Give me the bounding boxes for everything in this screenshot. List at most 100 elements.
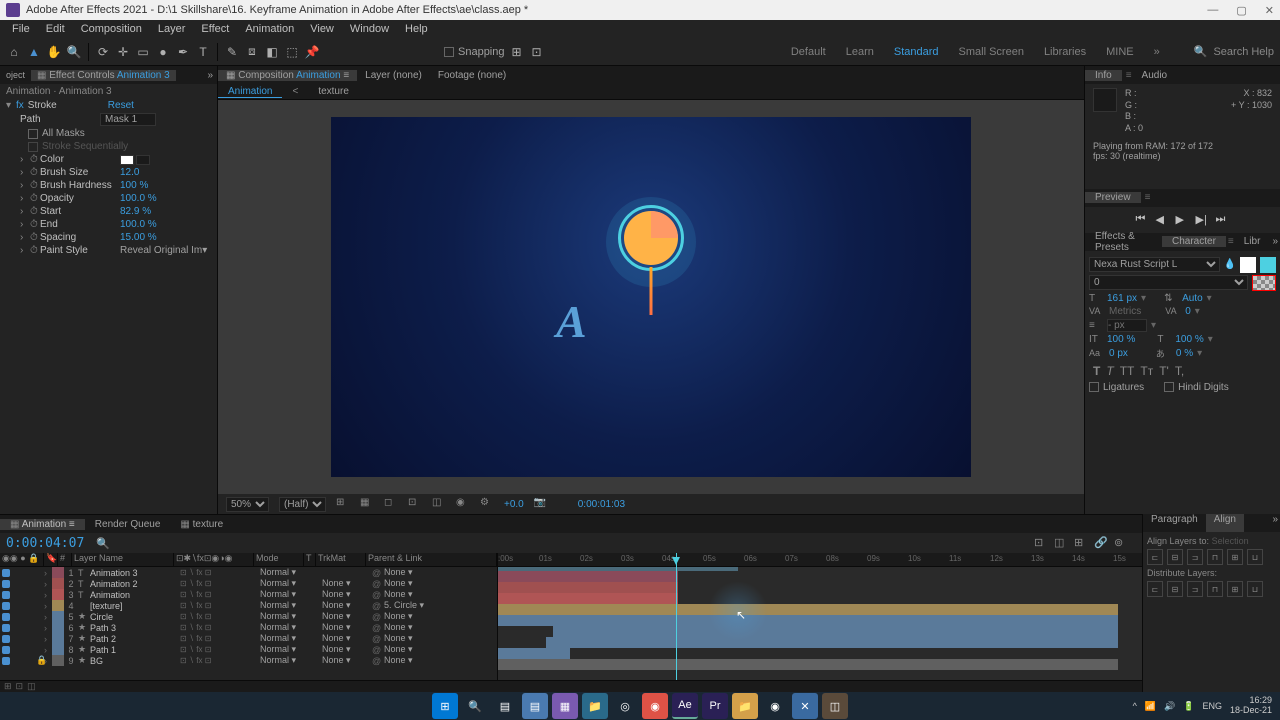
taskbar-app-8[interactable]: ◫ [822, 693, 848, 719]
layer-trkmat[interactable]: None ▾ [322, 611, 372, 622]
tray-lang[interactable]: ENG [1202, 701, 1222, 711]
align-vcenter-icon[interactable]: ⊞ [1227, 549, 1243, 565]
layer-mode[interactable]: Normal ▾ [260, 611, 310, 622]
align-overflow-icon[interactable]: » [1270, 514, 1280, 532]
layer-parent[interactable]: None ▾ [384, 578, 454, 589]
prop-stopwatch-icon[interactable]: ⏱ [30, 180, 40, 191]
paint-style-dropdown[interactable]: Reveal Original Im▾ [120, 245, 207, 256]
pickwhip-icon[interactable]: @ [372, 601, 384, 611]
prop-stopwatch-icon[interactable]: ⏱ [30, 154, 40, 165]
layer-mode[interactable]: Normal ▾ [260, 567, 310, 578]
pickwhip-icon[interactable]: @ [372, 645, 384, 655]
prop-value[interactable]: 82.9 % [120, 206, 151, 217]
align-tab[interactable]: Align [1206, 514, 1244, 532]
layer-mode[interactable]: Normal ▾ [260, 600, 310, 611]
start-button[interactable]: ⊞ [432, 693, 458, 719]
roto-tool[interactable]: ⬚ [284, 44, 300, 60]
search-taskbar-icon[interactable]: 🔍 [462, 693, 488, 719]
pan-behind-tool[interactable]: ✛ [115, 44, 131, 60]
first-frame-icon[interactable]: ⏮ [1136, 213, 1150, 227]
prop-twirl-icon[interactable]: › [20, 167, 30, 178]
prop-twirl-icon[interactable]: › [20, 206, 30, 217]
layer-trkmat[interactable]: None ▾ [322, 600, 372, 611]
last-frame-icon[interactable]: ⏭ [1216, 213, 1230, 227]
layer-switches[interactable]: ⊡ ∖ fx ⊡ [180, 590, 260, 599]
layer-mode[interactable]: Normal ▾ [260, 633, 310, 644]
layer-switches[interactable]: ⊡ ∖ fx ⊡ [180, 645, 260, 654]
pr-taskbar-icon[interactable]: Pr [702, 693, 728, 719]
layer-bar[interactable] [553, 626, 1118, 637]
fx-enable-icon[interactable]: fx [16, 100, 24, 111]
prop-twirl-icon[interactable]: › [20, 193, 30, 204]
layer-name[interactable]: Path 1 [90, 645, 180, 655]
layer-switches[interactable]: ⊡ ∖ fx ⊡ [180, 601, 260, 610]
ligatures-checkbox[interactable] [1089, 382, 1099, 392]
layer-bar[interactable] [498, 593, 678, 604]
prop-value[interactable]: 100 % [120, 180, 148, 191]
vscale[interactable]: 100 % [1107, 334, 1135, 345]
snap-opt2-icon[interactable]: ⊡ [529, 44, 545, 60]
layer-row[interactable]: ›7★Path 2⊡ ∖ fx ⊡Normal ▾None ▾@None ▾ [0, 633, 497, 644]
smallcaps-button[interactable]: Tᴛ [1140, 364, 1153, 378]
menu-animation[interactable]: Animation [237, 23, 302, 35]
layer-visibility-icon[interactable] [2, 657, 10, 665]
project-tab[interactable]: oject [0, 70, 31, 80]
layer-color[interactable] [52, 633, 64, 644]
dist-3-icon[interactable]: ⊐ [1187, 581, 1203, 597]
close-button[interactable]: ✕ [1265, 4, 1274, 17]
ws-overflow-icon[interactable]: » [1154, 46, 1160, 58]
layer-mode[interactable]: Normal ▾ [260, 655, 310, 666]
hand-tool[interactable]: ✋ [46, 44, 62, 60]
layer-mode[interactable]: Normal ▾ [260, 644, 310, 655]
taskbar-app-4[interactable]: ◎ [612, 693, 638, 719]
layer-parent[interactable]: None ▾ [384, 644, 454, 655]
guides-icon[interactable]: ▦ [360, 497, 374, 511]
effect-controls-tab[interactable]: ▦ Effect Controls Animation 3 [31, 70, 176, 81]
tsume[interactable]: 0 % [1176, 348, 1193, 359]
taskbar-app-1[interactable]: ▤ [522, 693, 548, 719]
footage-tab[interactable]: Footage (none) [430, 70, 514, 81]
layer-trkmat[interactable]: None ▾ [322, 622, 372, 633]
layer-visibility-icon[interactable] [2, 591, 10, 599]
layer-bar[interactable] [498, 615, 1118, 626]
play-icon[interactable]: ▶ [1176, 213, 1190, 227]
ws-learn[interactable]: Learn [846, 46, 874, 58]
menu-composition[interactable]: Composition [73, 23, 150, 35]
layer-name[interactable]: BG [90, 656, 180, 666]
tl-icon-1[interactable]: ⊡ [1034, 536, 1048, 550]
pickwhip-icon[interactable]: @ [372, 634, 384, 644]
tl-icon-5[interactable]: ⊚ [1114, 536, 1128, 550]
layer-parent[interactable]: None ▾ [384, 633, 454, 644]
ae-taskbar-icon[interactable]: Ae [672, 693, 698, 719]
search-help-text[interactable]: Search Help [1213, 46, 1274, 58]
layer-bar[interactable] [546, 637, 1118, 648]
char-overflow-icon[interactable]: » [1270, 236, 1280, 247]
prop-value[interactable]: 15.00 % [120, 232, 157, 243]
prop-twirl-icon[interactable]: › [20, 154, 30, 165]
superscript-button[interactable]: T' [1159, 364, 1169, 378]
layer-row[interactable]: ›1TAnimation 3⊡ ∖ fx ⊡Normal ▾@None ▾ [0, 567, 497, 578]
stroke-swatch[interactable] [1260, 257, 1276, 273]
layer-visibility-icon[interactable] [2, 624, 10, 632]
ws-standard[interactable]: Standard [894, 46, 939, 58]
dist-2-icon[interactable]: ⊟ [1167, 581, 1183, 597]
zoom-tool[interactable]: 🔍 [66, 44, 82, 60]
layer-switches[interactable]: ⊡ ∖ fx ⊡ [180, 579, 260, 588]
region-icon[interactable]: ⊡ [408, 497, 422, 511]
all-masks-checkbox[interactable] [28, 129, 38, 139]
layer-visibility-icon[interactable] [2, 569, 10, 577]
layer-switches[interactable]: ⊡ ∖ fx ⊡ [180, 634, 260, 643]
hscale[interactable]: 100 % [1175, 334, 1203, 345]
ws-libraries[interactable]: Libraries [1044, 46, 1086, 58]
layer-bar[interactable] [498, 604, 1118, 615]
timeline-track-area[interactable]: :00s01s02s03s04s05s06s07s08s09s10s11s12s… [498, 553, 1142, 680]
align-hcenter-icon[interactable]: ⊟ [1167, 549, 1183, 565]
tracking[interactable]: 0 [1185, 306, 1191, 317]
prop-twirl-icon[interactable]: › [20, 180, 30, 191]
puppet-tool[interactable]: 📌 [304, 44, 320, 60]
eyedropper-icon[interactable]: 💧 [1224, 259, 1236, 270]
tray-volume-icon[interactable]: 🔊 [1164, 701, 1175, 712]
layer-color[interactable] [52, 655, 64, 666]
layer-name[interactable]: Animation 3 [90, 568, 180, 578]
hindi-checkbox[interactable] [1164, 382, 1174, 392]
